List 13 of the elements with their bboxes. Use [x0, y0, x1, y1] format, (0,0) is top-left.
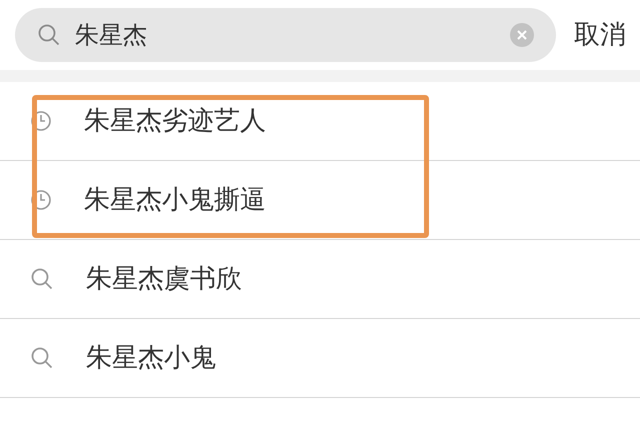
search-field[interactable]: 朱星杰 [15, 8, 556, 62]
clock-icon [30, 189, 52, 211]
search-icon [37, 23, 61, 47]
search-value: 朱星杰 [75, 20, 148, 51]
cancel-button[interactable]: 取消 [574, 16, 626, 54]
search-icon [30, 346, 54, 370]
clear-icon[interactable] [510, 23, 534, 47]
clock-icon [30, 110, 52, 132]
search-icon [30, 267, 54, 291]
suggestion-text: 朱星杰小鬼撕逼 [84, 184, 266, 216]
suggestion-text: 朱星杰劣迹艺人 [84, 104, 266, 138]
suggestion-text: 朱星杰小鬼 [86, 342, 216, 374]
suggestion-text: 朱星杰虞书欣 [86, 262, 242, 296]
